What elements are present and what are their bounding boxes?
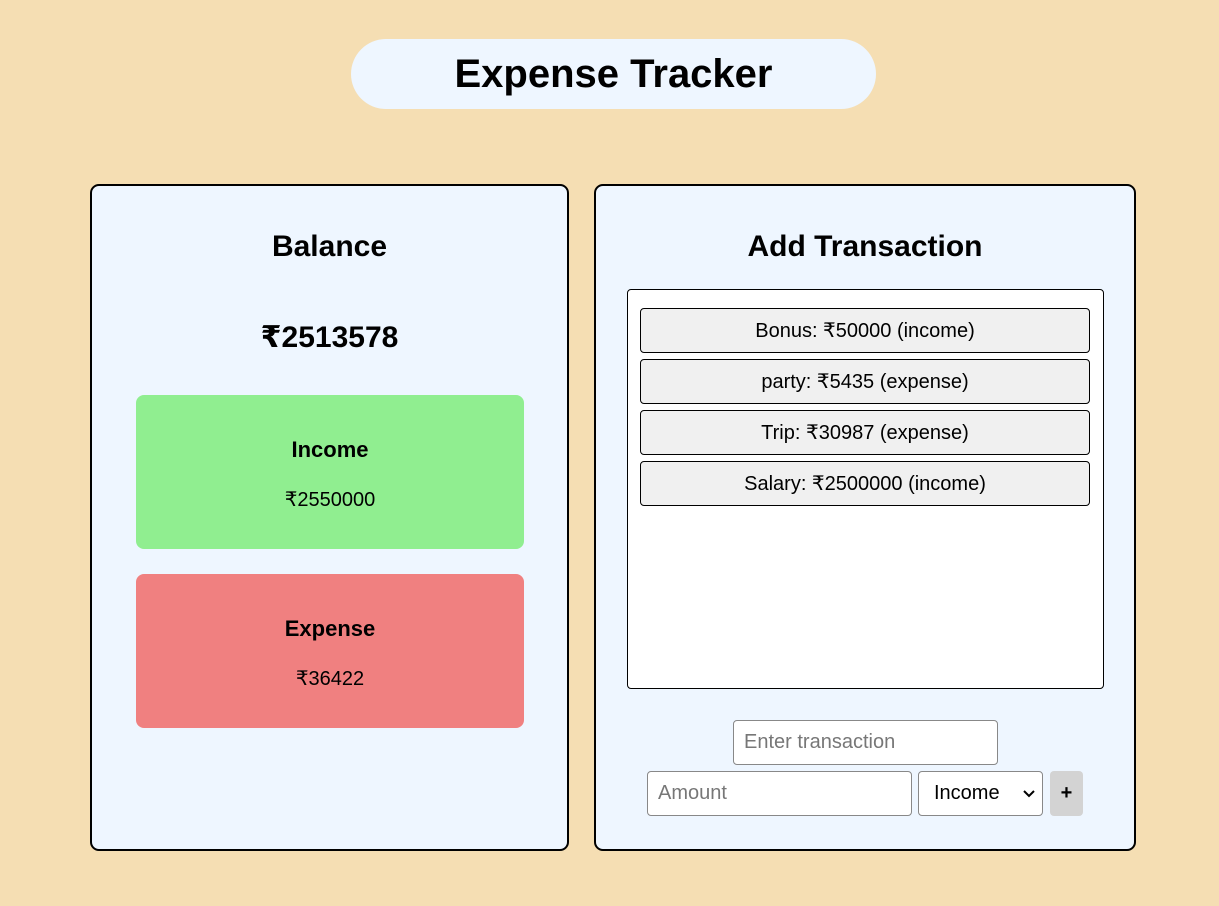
add-transaction-panel: Add Transaction Bonus: ₹50000 (income) p… xyxy=(594,184,1136,851)
transaction-type-select[interactable]: Income xyxy=(918,771,1043,816)
balance-heading: Balance xyxy=(271,230,388,263)
transaction-type-selected: Income xyxy=(934,782,1000,804)
add-transaction-heading: Add Transaction xyxy=(747,230,983,263)
income-card: Income ₹2550000 xyxy=(136,395,524,549)
transaction-item[interactable]: Bonus: ₹50000 (income) xyxy=(640,308,1090,353)
transaction-description-input[interactable] xyxy=(733,720,998,765)
add-transaction-button[interactable]: + xyxy=(1050,771,1083,816)
transaction-item[interactable]: Salary: ₹2500000 (income) xyxy=(640,461,1090,506)
balance-amount: ₹2513578 xyxy=(260,321,399,354)
page-title: Expense Tracker xyxy=(351,39,876,109)
expense-value: ₹36422 xyxy=(295,668,365,690)
expense-card: Expense ₹36422 xyxy=(136,574,524,728)
chevron-down-icon xyxy=(1016,789,1042,798)
transaction-list[interactable]: Bonus: ₹50000 (income) party: ₹5435 (exp… xyxy=(627,289,1104,689)
transaction-item[interactable]: party: ₹5435 (expense) xyxy=(640,359,1090,404)
expense-label: Expense xyxy=(284,616,376,641)
transaction-item[interactable]: Trip: ₹30987 (expense) xyxy=(640,410,1090,455)
transaction-amount-input[interactable] xyxy=(647,771,912,816)
balance-panel: Balance ₹2513578 Income ₹2550000 Expense… xyxy=(90,184,569,851)
income-label: Income xyxy=(291,437,369,462)
income-value: ₹2550000 xyxy=(284,489,376,511)
